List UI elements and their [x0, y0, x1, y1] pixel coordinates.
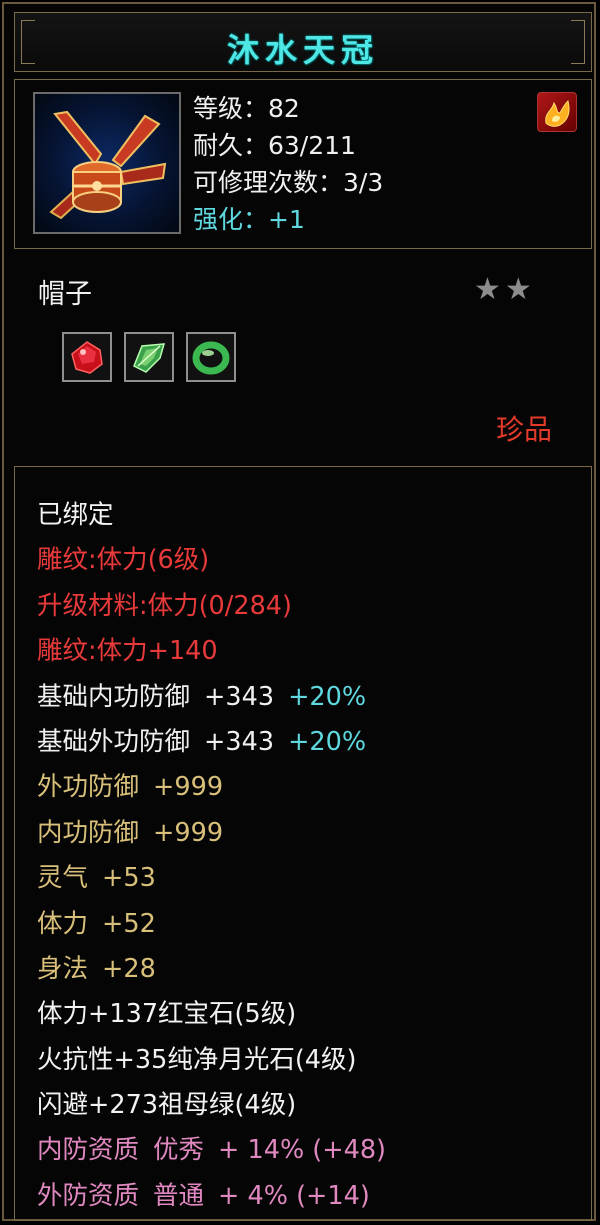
- item-stats-header: 等级：82 耐久：63/211 可修理次数：3/3 强化：+1: [193, 90, 383, 238]
- outer-defense-quality: 外防资质 普通 + 4% (+14): [37, 1174, 386, 1219]
- gem-bonus-moonstone: 火抗性+35纯净月光石(4级): [37, 1044, 357, 1075]
- attr-value: +52: [102, 908, 156, 939]
- attr-label: 基础内功防御: [37, 681, 191, 712]
- item-type: 帽子: [38, 279, 92, 310]
- spirit-stat: 灵气 +53: [37, 856, 386, 901]
- gem-bonus-ruby: 体力+137红宝石(5级): [37, 999, 297, 1030]
- item-durability: 耐久：63/211: [193, 131, 356, 160]
- attr-label: 灵气: [37, 863, 89, 894]
- ruby-gem-icon[interactable]: [62, 332, 112, 382]
- outer-defense: 外功防御 +999: [37, 765, 386, 810]
- rarity-label: 珍品: [496, 413, 553, 446]
- bound-status: 已绑定: [37, 500, 114, 530]
- item-tooltip-frame: 沐水天冠 等级：82 耐久：63/211 可修理次数：3/3 强化：+1 帽子 …: [2, 2, 596, 1221]
- stamina-stat: 体力 +52: [37, 902, 386, 947]
- attr-value: +999: [153, 772, 224, 803]
- attr-percent: +20%: [288, 726, 367, 757]
- attr-value: +343: [204, 726, 275, 757]
- quality-label: 外防资质: [37, 1180, 140, 1211]
- agility-stat: 身法 +28: [37, 947, 386, 992]
- crown-helmet-icon: [33, 92, 181, 234]
- item-enhance: 强化：+1: [193, 205, 305, 234]
- upgrade-material: 升级材料:体力(0/284): [37, 590, 292, 621]
- attr-value: +28: [102, 953, 156, 984]
- item-info-box: 等级：82 耐久：63/211 可修理次数：3/3 强化：+1: [14, 79, 592, 249]
- emerald-shard-icon[interactable]: [124, 332, 174, 382]
- attr-label: 体力: [37, 908, 89, 939]
- quality-grade: 普通: [153, 1180, 205, 1211]
- base-inner-defense: 基础内功防御 +343 +20%: [37, 675, 386, 720]
- engrave-level: 雕纹:体力(6级): [37, 545, 210, 576]
- attributes-list: 已绑定 雕纹:体力(6级) 升级材料:体力(0/284) 雕纹:体力+140 基…: [37, 493, 386, 1219]
- attr-percent: +20%: [288, 681, 367, 712]
- quality-grade: 优秀: [153, 1135, 205, 1166]
- inner-defense: 内功防御 +999: [37, 811, 386, 856]
- title-bar: 沐水天冠: [14, 12, 592, 72]
- inner-defense-quality: 内防资质 优秀 + 14% (+48): [37, 1128, 386, 1173]
- attr-value: +53: [102, 863, 156, 894]
- fire-element-icon: [537, 92, 577, 132]
- gem-bonus-emerald: 闪避+273祖母绿(4级): [37, 1090, 297, 1121]
- quality-value: + 4% (+14): [218, 1180, 370, 1211]
- item-repair-count: 可修理次数：3/3: [193, 168, 384, 197]
- attr-label: 基础外功防御: [37, 726, 191, 757]
- attr-label: 内功防御: [37, 817, 140, 848]
- attr-value: +999: [153, 817, 224, 848]
- attr-value: +343: [204, 681, 275, 712]
- quality-value: + 14% (+48): [218, 1135, 386, 1166]
- attr-label: 身法: [37, 953, 89, 984]
- engrave-bonus: 雕纹:体力+140: [37, 636, 218, 667]
- jade-ring-gem-icon[interactable]: [186, 332, 236, 382]
- item-name: 沐水天冠: [226, 31, 379, 69]
- attr-label: 外功防御: [37, 772, 140, 803]
- star-rating: ★★: [474, 272, 536, 307]
- quality-label: 内防资质: [37, 1135, 140, 1166]
- attributes-box: 已绑定 雕纹:体力(6级) 升级材料:体力(0/284) 雕纹:体力+140 基…: [14, 466, 592, 1221]
- base-outer-defense: 基础外功防御 +343 +20%: [37, 720, 386, 765]
- item-level: 等级：82: [193, 94, 300, 123]
